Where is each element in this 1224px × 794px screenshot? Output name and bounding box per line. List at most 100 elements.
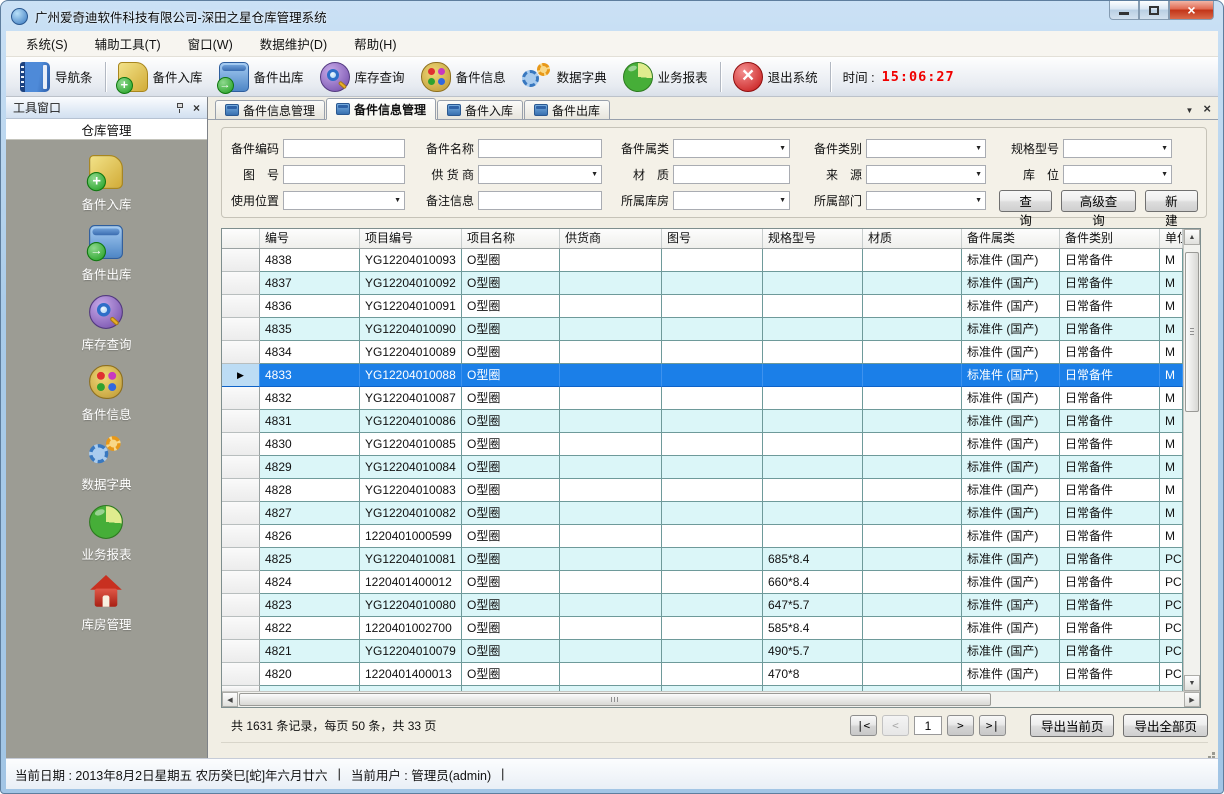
column-header-type[interactable]: 备件类别 [1060,229,1160,248]
row-selector-cell[interactable] [222,594,260,617]
cell-supplier[interactable] [560,295,662,318]
close-panel-icon[interactable]: × [193,103,200,113]
scroll-right-icon[interactable] [1184,692,1200,707]
cell-id[interactable]: 4828 [260,479,360,502]
cell-name[interactable]: O型圈 [462,617,560,640]
column-header-code[interactable]: 项目编号 [360,229,462,248]
cell-supplier[interactable] [560,364,662,387]
tab-scroll-icon[interactable] [1185,102,1193,116]
cell-id[interactable]: 4830 [260,433,360,456]
cell-material[interactable] [863,410,962,433]
sidebar-item-warehouse-management[interactable]: 库房管理 [81,577,131,633]
cell-drawing[interactable] [662,663,763,686]
cell-category[interactable]: 标准件 (国产) [962,640,1060,663]
row-selector-cell[interactable] [222,479,260,502]
search-select-spec-model[interactable] [1063,139,1172,158]
cell-supplier[interactable] [560,502,662,525]
cell-unit[interactable]: PC [1160,640,1183,663]
cell-category[interactable]: 标准件 (国产) [962,433,1060,456]
cell-type[interactable]: 日常备件 [1060,571,1160,594]
cell-name[interactable]: O型圈 [462,318,560,341]
cell-code[interactable]: YG12204010080 [360,594,462,617]
search-input-drawing-no[interactable] [283,165,405,184]
cell-supplier[interactable] [560,433,662,456]
cell-category[interactable]: 标准件 (国产) [962,364,1060,387]
cell-id[interactable]: 4826 [260,525,360,548]
search-input-material[interactable] [673,165,790,184]
toolbar-button-inventory-query[interactable]: 库存查询 [312,59,413,95]
menu-item-system[interactable]: 系统(S) [14,30,80,57]
cell-spec[interactable] [763,525,863,548]
search-select-part-type[interactable] [866,139,986,158]
cell-material[interactable] [863,571,962,594]
cell-spec[interactable] [763,295,863,318]
tab-close-icon[interactable] [1203,102,1211,116]
toolbar-button-nav-bar[interactable]: 导航条 [12,59,101,95]
cell-supplier[interactable] [560,387,662,410]
cell-type[interactable]: 日常备件 [1060,295,1160,318]
vscroll-thumb[interactable] [1185,252,1199,412]
prev-page-button[interactable]: < [882,715,909,736]
vertical-scrollbar[interactable] [1183,229,1200,691]
row-selector-cell[interactable] [222,663,260,686]
row-selector-cell[interactable] [222,364,260,387]
cell-material[interactable] [863,272,962,295]
table-row[interactable]: 4833YG12204010088O型圈标准件 (国产)日常备件M [222,364,1183,387]
cell-code[interactable]: YG12204010083 [360,479,462,502]
cell-code[interactable]: 1220401002700 [360,617,462,640]
cell-type[interactable]: 日常备件 [1060,433,1160,456]
cell-spec[interactable] [763,341,863,364]
table-row[interactable]: 48241220401400012O型圈660*8.4标准件 (国产)日常备件P… [222,571,1183,594]
cell-name[interactable]: O型圈 [462,272,560,295]
cell-name[interactable]: O型圈 [462,502,560,525]
cell-category[interactable]: 标准件 (国产) [962,272,1060,295]
toolbar-button-parts-outbound[interactable]: 备件出库 [211,59,312,95]
cell-drawing[interactable] [662,272,763,295]
cell-type[interactable]: 日常备件 [1060,502,1160,525]
cell-name[interactable]: O型圈 [462,525,560,548]
cell-name[interactable]: O型圈 [462,640,560,663]
table-row[interactable]: 4831YG12204010086O型圈标准件 (国产)日常备件M [222,410,1183,433]
cell-material[interactable] [863,502,962,525]
cell-supplier[interactable] [560,617,662,640]
cell-drawing[interactable] [662,594,763,617]
query-button[interactable]: 查询 [999,190,1052,212]
cell-unit[interactable]: M [1160,295,1183,318]
cell-spec[interactable] [763,272,863,295]
scroll-up-icon[interactable] [1184,229,1200,245]
tab-parts-outbound[interactable]: 备件出库 [524,100,610,119]
cell-code[interactable]: YG12204010079 [360,640,462,663]
cell-type[interactable]: 日常备件 [1060,410,1160,433]
cell-material[interactable] [863,433,962,456]
search-input-part-name[interactable] [478,139,602,158]
cell-supplier[interactable] [560,318,662,341]
cell-material[interactable] [863,341,962,364]
cell-spec[interactable]: 647*5.7 [763,594,863,617]
cell-id[interactable]: 4820 [260,663,360,686]
menu-item-help[interactable]: 帮助(H) [342,30,408,57]
cell-id[interactable]: 4827 [260,502,360,525]
cell-name[interactable]: O型圈 [462,341,560,364]
cell-drawing[interactable] [662,502,763,525]
scroll-down-icon[interactable] [1184,675,1200,691]
scroll-left-icon[interactable] [222,692,238,707]
cell-unit[interactable]: PC [1160,617,1183,640]
column-header-name[interactable]: 项目名称 [462,229,560,248]
cell-type[interactable]: 日常备件 [1060,249,1160,272]
cell-name[interactable]: O型圈 [462,479,560,502]
row-selector-cell[interactable] [222,456,260,479]
new-button[interactable]: 新建 [1145,190,1198,212]
cell-category[interactable]: 标准件 (国产) [962,479,1060,502]
cell-drawing[interactable] [662,364,763,387]
cell-id[interactable]: 4838 [260,249,360,272]
cell-code[interactable]: 1220401400012 [360,571,462,594]
sidebar-item-business-report[interactable]: 业务报表 [81,507,131,563]
cell-drawing[interactable] [662,433,763,456]
cell-name[interactable]: O型圈 [462,249,560,272]
cell-unit[interactable]: M [1160,525,1183,548]
cell-category[interactable]: 标准件 (国产) [962,548,1060,571]
cell-type[interactable]: 日常备件 [1060,479,1160,502]
table-row[interactable]: 48261220401000599O型圈标准件 (国产)日常备件M [222,525,1183,548]
cell-spec[interactable]: 685*8.4 [763,548,863,571]
cell-material[interactable] [863,295,962,318]
